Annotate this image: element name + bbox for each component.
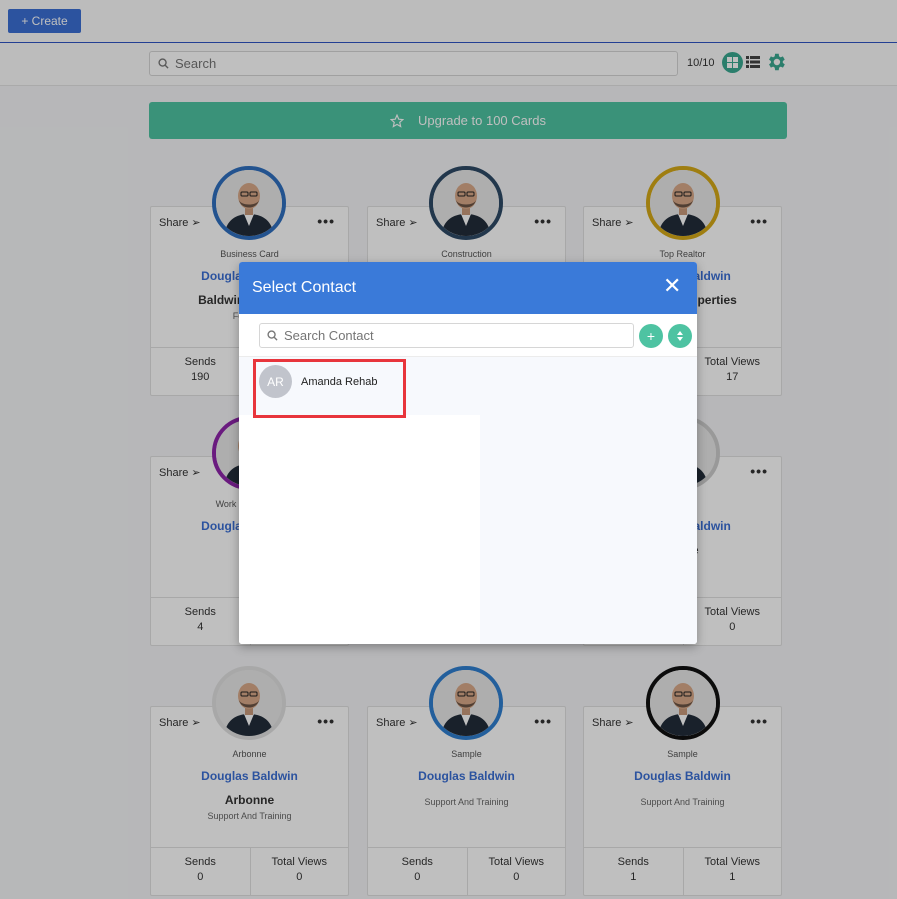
contact-search-input[interactable] xyxy=(284,328,624,343)
contact-search-box[interactable] xyxy=(259,323,634,348)
modal-title: Select Contact xyxy=(252,279,357,296)
modal-toolbar: + xyxy=(239,314,697,357)
select-contact-modal: Select Contact ✕ + AR Amanda Rehab xyxy=(239,262,697,644)
add-contact-button[interactable]: + xyxy=(639,324,663,348)
modal-header: Select Contact ✕ xyxy=(239,262,697,314)
plus-icon: + xyxy=(646,328,656,344)
sort-button[interactable] xyxy=(668,324,692,348)
highlight-box xyxy=(253,359,406,418)
close-icon[interactable]: ✕ xyxy=(663,275,681,297)
sort-icon xyxy=(677,331,683,341)
search-icon xyxy=(267,330,278,341)
